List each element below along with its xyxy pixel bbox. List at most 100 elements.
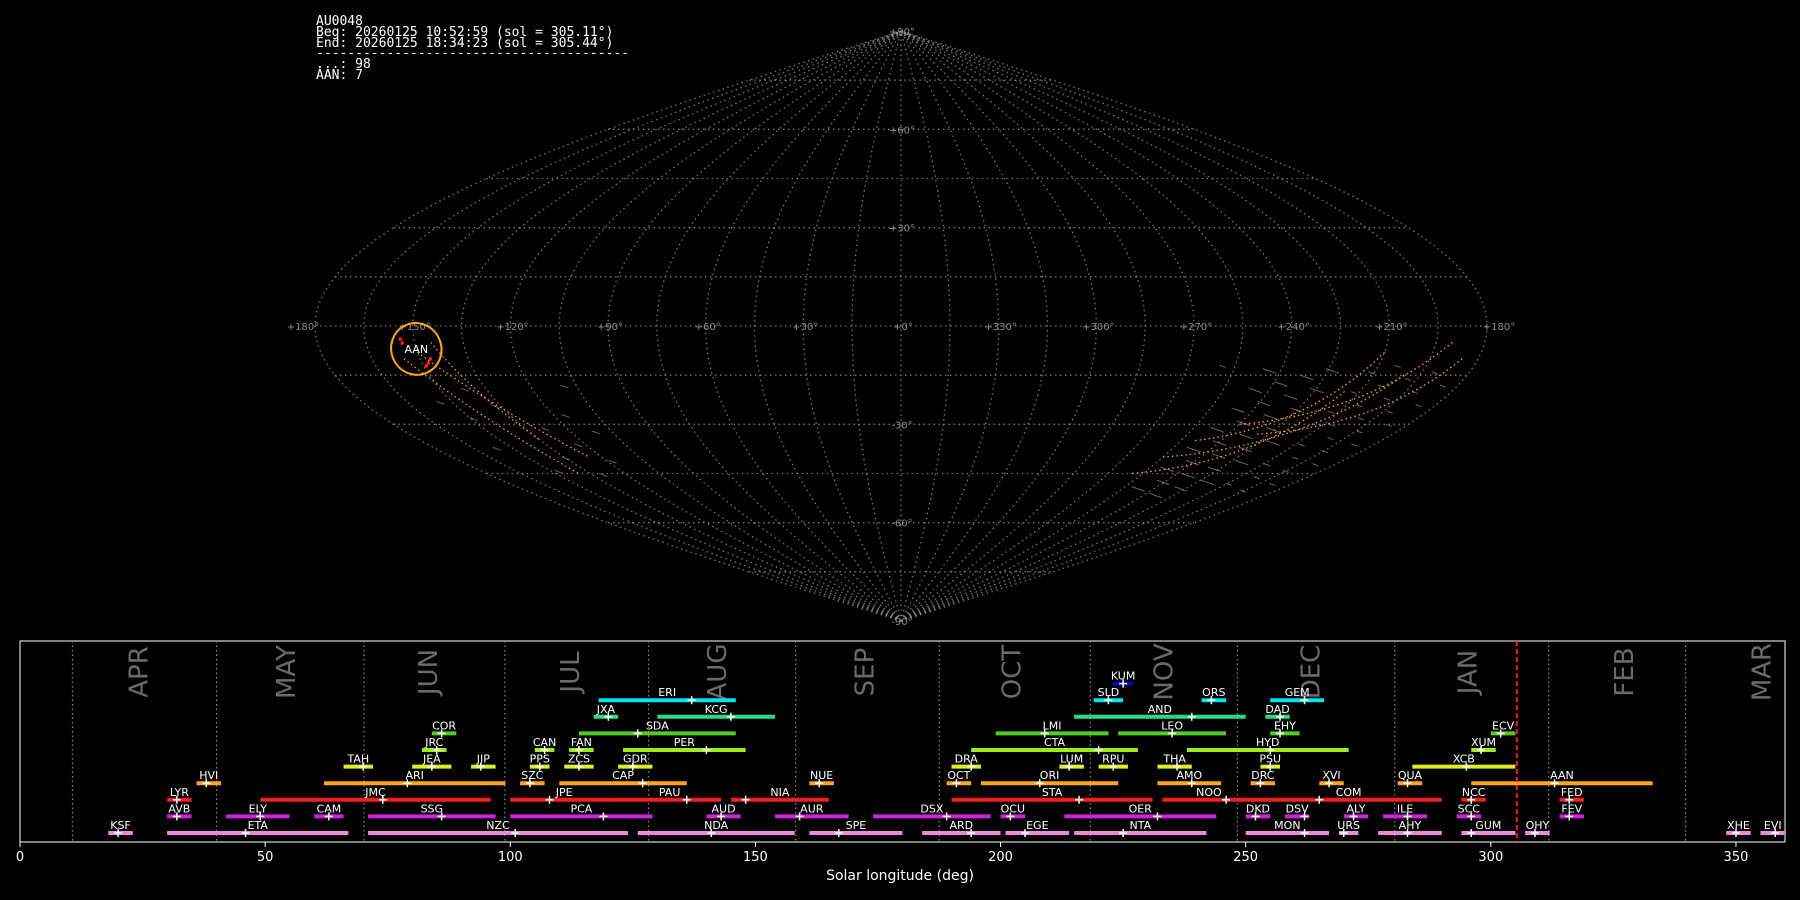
latitude-label: -60° (891, 519, 912, 530)
shower-label: DRC (1251, 769, 1275, 782)
meteor-track (1219, 364, 1226, 368)
shower-radiant-track (417, 351, 590, 458)
shower-label: JRC (424, 736, 443, 749)
meteor-track (1239, 433, 1253, 440)
meteor-track (1148, 492, 1163, 499)
meteor-track (1174, 486, 1188, 492)
x-axis-label: Solar longitude (deg) (826, 868, 974, 884)
x-tick-label: 100 (498, 850, 523, 865)
shower-radiant-track (1162, 374, 1405, 458)
meteor-track (1266, 427, 1280, 433)
month-label: JAN (1453, 650, 1483, 696)
latitude-label: -90° (891, 617, 912, 628)
meteor-track (1300, 374, 1314, 381)
longitude-label: +180° (1483, 322, 1515, 333)
meteor-track (1290, 407, 1304, 413)
meteor-track (1231, 407, 1245, 413)
shower-label: OHY (1526, 819, 1550, 832)
shower-label: DSV (1286, 802, 1309, 815)
shower-label: ELY (249, 802, 268, 815)
shower-label: QUA (1398, 769, 1423, 782)
shower-label: JPE (555, 786, 573, 799)
meteor-track (460, 387, 469, 392)
month-label: MAY (272, 645, 302, 699)
meteor-track (599, 473, 608, 477)
shower-label: LUM (1060, 753, 1083, 766)
month-label: APR (125, 646, 155, 698)
shower-label: COR (432, 719, 456, 732)
shower-label: SDA (646, 719, 669, 732)
longitude-label: +180° (287, 322, 319, 333)
shower-label: AND (1148, 703, 1172, 716)
meteor-track (1386, 410, 1393, 414)
x-tick-label: 150 (743, 850, 768, 865)
shower-radiant-track (1239, 341, 1453, 425)
latitude-label: +30° (889, 224, 915, 235)
shower-label: PSU (1259, 753, 1281, 766)
shower-label: PAU (659, 786, 681, 799)
shower-label: LMI (1043, 719, 1062, 732)
shower-label: KSF (110, 819, 131, 832)
month-label: MAR (1747, 643, 1777, 701)
meteor-point (398, 337, 403, 341)
shower-label: SCC (1458, 802, 1481, 815)
meteor-track (1248, 387, 1263, 394)
shower-label: NDA (704, 819, 729, 832)
longitude-label: +330° (984, 322, 1016, 333)
shower-label: JXA (596, 703, 616, 716)
meteor-track (1185, 459, 1200, 466)
meteor-track (574, 443, 583, 448)
shower-label: COM (1336, 786, 1362, 799)
shower-label: ILE (1397, 802, 1413, 815)
meteor-track (1262, 368, 1276, 374)
meteor-track (1274, 381, 1288, 387)
shower-label: RPU (1102, 753, 1124, 766)
shower-label: FEV (1561, 802, 1582, 815)
shower-label: CAN (533, 736, 556, 749)
shower-label: CTA (1044, 736, 1066, 749)
shower-label: KUM (1111, 670, 1135, 683)
shower-label: PCA (570, 802, 592, 815)
shower-label: XHE (1727, 819, 1750, 832)
meteor-track (1210, 427, 1224, 433)
shower-label: HYD (1256, 736, 1279, 749)
shower-label: AUD (712, 802, 736, 815)
shower-label: DAD (1265, 703, 1289, 716)
meteor-track (1186, 446, 1201, 453)
shower-label: DKD (1246, 802, 1270, 815)
longitude-label: +270° (1180, 322, 1212, 333)
shower-label: TAH (346, 753, 369, 766)
month-label: OCT (997, 645, 1027, 700)
meteor-track (1404, 377, 1412, 382)
sky-map: +180° +150° +120° +90° +60° +30° +0° +330° +300°… (287, 27, 1515, 628)
meteor-track (1356, 430, 1363, 434)
shower-label: CAM (317, 802, 342, 815)
meteor-point (424, 364, 429, 368)
longitude-label: +120° (496, 322, 528, 333)
meteor-track (1383, 397, 1391, 401)
shower-label: HVI (199, 769, 218, 782)
meteor-track (1431, 371, 1438, 375)
meteor-track (1411, 391, 1419, 395)
longitude-label: +0° (893, 322, 913, 333)
meteor-track (1207, 466, 1222, 472)
meteor-track (1351, 443, 1358, 447)
longitude-label: +210° (1375, 322, 1407, 333)
x-tick-label: 50 (257, 850, 274, 865)
shower-label: NCC (1462, 786, 1486, 799)
shower-label: PER (674, 736, 696, 749)
shower-label: AUR (800, 802, 824, 815)
shower-label: AVB (168, 802, 190, 815)
x-tick-label: 350 (1724, 850, 1749, 865)
shower-label: JMC (364, 786, 386, 799)
shower-label: STA (1042, 786, 1063, 799)
shower-label: NUE (810, 769, 833, 782)
meridian-line (900, 30, 1439, 622)
shower-label: OCT (947, 769, 970, 782)
shower-label: SSG (421, 802, 444, 815)
shower-label: NTA (1129, 819, 1151, 832)
month-label: SEP (850, 648, 880, 697)
meteor-track (1131, 486, 1145, 492)
meteor-track (1368, 371, 1375, 375)
meteor-track (1234, 459, 1249, 466)
